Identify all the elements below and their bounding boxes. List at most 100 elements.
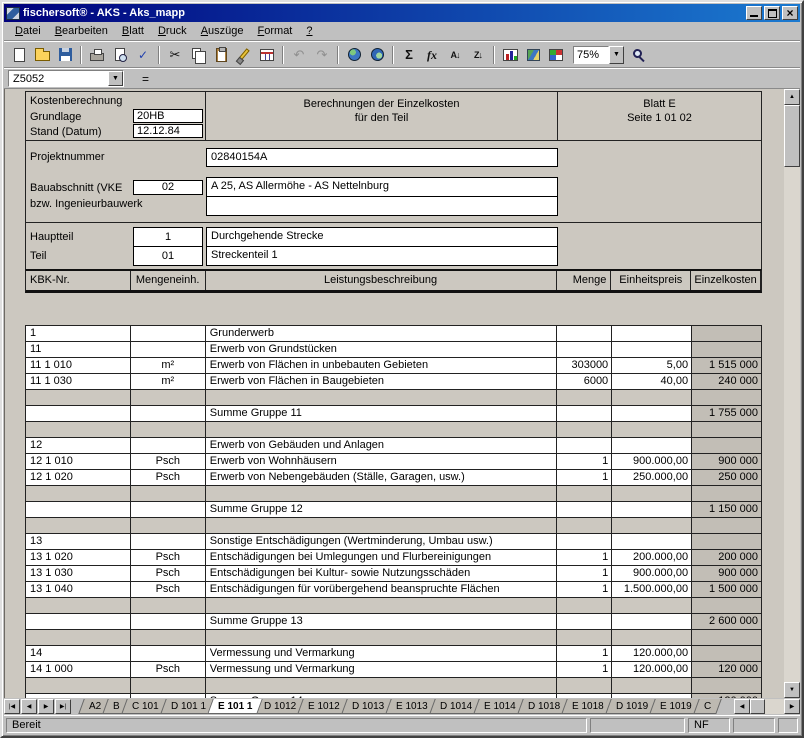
cell-kosten[interactable]: 1 755 000 [692,406,762,421]
cell-menge[interactable] [557,518,612,533]
cell-kbk[interactable]: 11 1 030 [26,374,131,389]
cut-button[interactable]: ✂ [164,44,186,66]
cell-kbk[interactable] [26,406,131,421]
column-header-einzelkosten[interactable]: Einzelkosten [691,271,761,290]
menu-item-blatt[interactable]: Blatt [115,23,151,39]
menu-item-bearbeiten[interactable]: Bearbeiten [48,23,115,39]
cell-kbk[interactable] [26,486,131,501]
cell-preis[interactable] [612,518,692,533]
bauabschnitt-field[interactable]: A 25, AS Allermöhe - AS Nettelnburg [206,177,558,197]
menu-item-datei[interactable]: Datei [8,23,48,39]
paste-button[interactable] [210,44,232,66]
cell-unit[interactable] [131,534,206,549]
cell-kosten[interactable] [692,630,762,645]
cell-desc[interactable]: Sonstige Entschädigungen (Wertminderung,… [206,534,558,549]
teil-field[interactable]: Streckenteil 1 [206,246,558,266]
zoom-control[interactable]: 75%▼ [573,46,624,64]
cell-desc[interactable]: Entschädigungen für vorübergehend beansp… [206,582,558,597]
chart-wizard-button[interactable] [499,44,521,66]
name-box[interactable]: Z5052 ▼ [8,70,124,87]
cell-desc[interactable]: Entschädigungen bei Umlegungen und Flurb… [206,550,558,565]
cell-kosten[interactable]: 900 000 [692,566,762,581]
cell-unit[interactable]: Psch [131,550,206,565]
cell-desc[interactable]: Summe Gruppe 13 [206,614,558,629]
cell-desc[interactable] [206,678,558,693]
cell-desc[interactable]: Erwerb von Flächen in unbebauten Gebiete… [206,358,558,373]
cell-menge[interactable]: 1 [557,662,612,677]
cell-menge[interactable] [557,342,612,357]
cell-unit[interactable] [131,342,206,357]
teil-code-field[interactable]: 01 [133,246,203,266]
cell-preis[interactable]: 1.500.000,00 [612,582,692,597]
cell-kosten[interactable] [692,422,762,437]
cell-unit[interactable] [131,630,206,645]
cell-kbk[interactable]: 1 [26,326,131,341]
cell-kosten[interactable]: 240 000 [692,374,762,389]
cell-desc[interactable]: Vermessung und Vermarkung [206,646,558,661]
cell-kbk[interactable]: 13 1 040 [26,582,131,597]
cell-preis[interactable]: 900.000,00 [612,566,692,581]
redo-button[interactable]: ↷ [311,44,333,66]
column-header-leistungsbeschreibung[interactable]: Leistungsbeschreibung [206,271,557,290]
cell-kosten[interactable]: 200 000 [692,550,762,565]
zoom-value[interactable]: 75% [573,46,609,64]
cell-unit[interactable]: Psch [131,566,206,581]
cell-unit[interactable]: Psch [131,582,206,597]
scroll-down-button[interactable]: ▼ [784,682,800,698]
cell-desc[interactable]: Summe Gruppe 14 [206,694,558,698]
cell-kbk[interactable]: 13 1 020 [26,550,131,565]
cell-menge[interactable]: 6000 [557,374,612,389]
cell-unit[interactable] [131,486,206,501]
cell-kbk[interactable] [26,390,131,405]
cell-unit[interactable]: m² [131,358,206,373]
cell-kosten[interactable] [692,390,762,405]
cell-kbk[interactable] [26,598,131,613]
scroll-left-button[interactable]: ◀ [734,699,750,714]
cell-preis[interactable] [612,502,692,517]
cell-kbk[interactable]: 11 1 010 [26,358,131,373]
cell-unit[interactable]: m² [131,374,206,389]
cell-kbk[interactable]: 14 1 000 [26,662,131,677]
cell-desc[interactable] [206,518,558,533]
cell-preis[interactable] [612,630,692,645]
horizontal-scroll-thumb[interactable] [750,699,765,714]
cell-menge[interactable] [557,406,612,421]
cell-kbk[interactable] [26,614,131,629]
cell-desc[interactable]: Erwerb von Gebäuden und Anlagen [206,438,558,453]
cell-menge[interactable] [557,598,612,613]
grundlage-field[interactable]: 20HB [133,109,203,123]
cell-menge[interactable] [557,422,612,437]
undo-button[interactable]: ↶ [288,44,310,66]
cell-kosten[interactable] [692,518,762,533]
cell-preis[interactable] [612,438,692,453]
autosum-button[interactable]: Σ [398,44,420,66]
cell-kbk[interactable]: 14 [26,646,131,661]
sheet-tab-c[interactable]: C [693,699,722,714]
cell-preis[interactable]: 40,00 [612,374,692,389]
menu-item-auszge[interactable]: Auszüge [194,23,251,39]
cell-kbk[interactable]: 12 1 020 [26,470,131,485]
stand-field[interactable]: 12.12.84 [133,124,203,138]
cell-menge[interactable]: 1 [557,470,612,485]
cell-unit[interactable]: Psch [131,470,206,485]
hauptteil-code-field[interactable]: 1 [133,227,203,247]
cell-menge[interactable]: 1 [557,454,612,469]
column-header-mengeneinheit[interactable]: Mengeneinh. [131,271,206,290]
cell-menge[interactable]: 1 [557,582,612,597]
cell-kosten[interactable] [692,326,762,341]
column-header-menge[interactable]: Menge [557,271,612,290]
cell-preis[interactable]: 250.000,00 [612,470,692,485]
cell-unit[interactable] [131,646,206,661]
minimize-button[interactable] [746,6,762,20]
menu-item-format[interactable]: Format [251,23,300,39]
menu-item-druck[interactable]: Druck [151,23,194,39]
cell-kbk[interactable]: 12 1 010 [26,454,131,469]
tab-scroll-last-button[interactable]: ▶| [55,699,71,714]
cell-desc[interactable]: Vermessung und Vermarkung [206,662,558,677]
tab-scroll-next-button[interactable]: ▶ [38,699,54,714]
copy-button[interactable] [187,44,209,66]
help-button[interactable] [628,44,650,66]
cell-preis[interactable] [612,694,692,698]
print-preview-button[interactable] [109,44,131,66]
name-box-dropdown[interactable]: ▼ [108,71,123,86]
